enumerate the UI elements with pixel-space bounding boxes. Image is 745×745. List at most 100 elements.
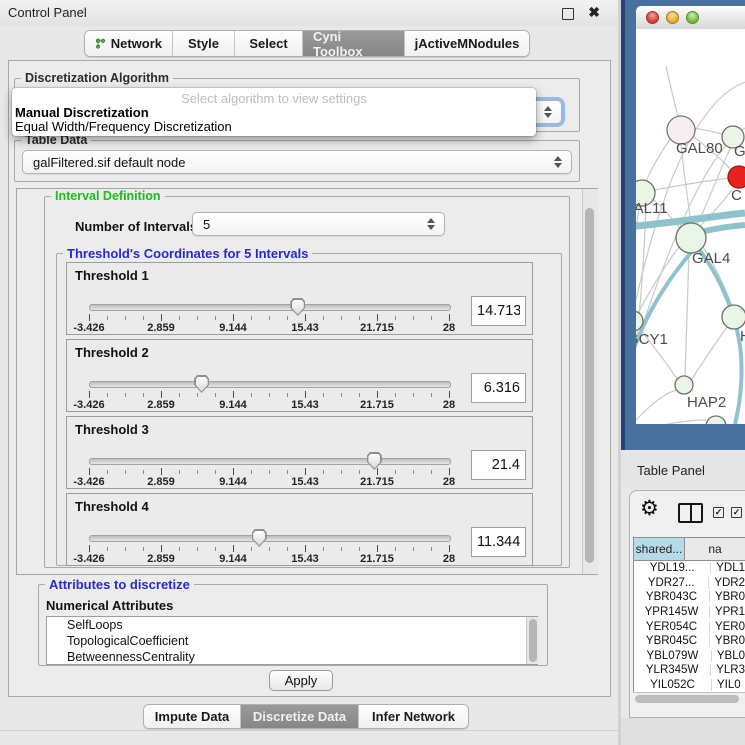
slider-tick	[107, 393, 108, 397]
table-horizontal-scrollbar[interactable]	[633, 692, 745, 705]
table-row[interactable]: YBR043CYBR0	[634, 590, 745, 605]
slider-scale-labels: -3.4262.8599.14415.4321.71528	[67, 322, 532, 334]
slider-tick	[251, 470, 252, 474]
tab-select[interactable]: Select	[235, 31, 303, 56]
algorithm-dropdown-popup: Select algorithm to view settings Manual…	[12, 88, 536, 136]
dropdown-option-equal-width[interactable]: Equal Width/Frequency Discretization	[15, 119, 232, 134]
slider-tick	[287, 547, 288, 551]
slider-tick	[143, 547, 144, 551]
network-canvas[interactable]: GAL80GACGAL11GAL4GCY1HHAP2	[636, 29, 745, 424]
threshold-slider[interactable]	[89, 304, 451, 311]
zoom-traffic-light[interactable]	[686, 11, 699, 24]
slider-tick	[359, 470, 360, 474]
slider-tick	[323, 547, 324, 551]
threshold-value-field[interactable]	[471, 450, 526, 480]
slider-tick	[125, 316, 126, 320]
algorithm-prompt: Select algorithm to view settings	[12, 91, 536, 106]
table-data-combobox[interactable]: galFiltered.sif default node	[22, 150, 572, 174]
threshold-slider[interactable]	[89, 458, 451, 465]
column-header-shared[interactable]: shared...	[634, 538, 685, 560]
slider-tick	[341, 547, 342, 551]
slider-tick	[377, 391, 378, 398]
slider-tick	[233, 314, 234, 321]
scrollbar-thumb[interactable]	[529, 619, 537, 662]
tab-impute-data[interactable]: Impute Data	[144, 705, 241, 728]
table-row[interactable]: YBR045CYBR0	[634, 634, 745, 649]
slider-tick	[413, 393, 414, 397]
threshold-slider[interactable]	[89, 381, 451, 388]
slider-tick	[179, 316, 180, 320]
attributes-list-scrollbar[interactable]	[526, 617, 539, 664]
table-row[interactable]: YBL079WYBL0	[634, 649, 745, 664]
split-columns-icon[interactable]	[678, 503, 703, 523]
slider-scale-label: 21.715	[360, 322, 394, 334]
column-header-name[interactable]: na	[685, 538, 745, 560]
slider-scale-label: 21.715	[360, 399, 394, 411]
scrollbar-thumb[interactable]	[635, 695, 739, 703]
slider-scale-label: 28	[443, 322, 455, 334]
table-row[interactable]: YIL052CYIL0	[634, 678, 745, 693]
threshold-value-field[interactable]	[471, 296, 526, 326]
network-node-label: HAP2	[687, 394, 726, 411]
list-item[interactable]: BetweennessCentrality	[47, 649, 537, 665]
float-window-icon[interactable]	[562, 8, 574, 20]
network-window-titlebar[interactable]	[636, 6, 745, 30]
slider-tick	[197, 547, 198, 551]
tab-discretize-data[interactable]: Discretize Data	[241, 705, 359, 728]
slider-tick	[197, 393, 198, 397]
network-node[interactable]	[676, 223, 706, 253]
slider-scale-label: 21.715	[360, 553, 394, 565]
slider-tick	[179, 470, 180, 474]
settings-vertical-scrollbar[interactable]	[582, 189, 598, 574]
slider-tick	[395, 547, 396, 551]
slider-tick	[89, 314, 90, 321]
interval-definition-title: Interval Definition	[51, 189, 165, 203]
checkbox-icon[interactable]: ✓	[713, 507, 724, 518]
slider-tick	[341, 316, 342, 320]
threshold-slider[interactable]	[89, 535, 451, 542]
slider-scale-label: -3.426	[73, 553, 104, 565]
table-row[interactable]: YLR345WYLR3	[634, 663, 745, 678]
tab-jactivemnodules[interactable]: jActiveMNodules	[405, 31, 529, 56]
network-node[interactable]	[675, 376, 693, 394]
slider-tick	[215, 393, 216, 397]
scrollbar-thumb[interactable]	[585, 208, 594, 563]
threshold-value-field[interactable]	[471, 373, 526, 403]
combo-arrows-icon	[544, 106, 552, 118]
table-row[interactable]: YER054CYER0	[634, 619, 745, 634]
slider-tick	[161, 545, 162, 552]
network-node[interactable]	[706, 416, 726, 424]
table-header-row: shared... na	[634, 538, 745, 561]
network-node[interactable]	[728, 166, 745, 188]
list-item[interactable]: TopologicalCoefficient	[47, 633, 537, 649]
close-traffic-light[interactable]	[646, 11, 659, 24]
table-row[interactable]: YDR27...YDR2	[634, 576, 745, 591]
slider-tick	[431, 316, 432, 320]
dropdown-option-manual[interactable]: Manual Discretization	[15, 105, 149, 120]
slider-tick	[233, 391, 234, 398]
checkbox-icon[interactable]: ✓	[731, 507, 742, 518]
tab-style[interactable]: Style	[173, 31, 235, 56]
slider-tick	[413, 316, 414, 320]
tab-network[interactable]: Network	[85, 31, 173, 56]
bottom-divider	[0, 730, 618, 731]
network-node[interactable]	[722, 305, 745, 329]
tab-cyni-toolbox[interactable]: Cyni Toolbox	[303, 31, 405, 56]
slider-tick	[305, 314, 306, 321]
minimize-traffic-light[interactable]	[666, 11, 679, 24]
tab-infer-network[interactable]: Infer Network	[359, 705, 468, 728]
list-item[interactable]: SelfLoops	[47, 617, 537, 633]
table-row[interactable]: YPR145WYPR1	[634, 605, 745, 620]
table-row[interactable]: YDL19...YDL1	[634, 561, 745, 576]
attributes-list: SelfLoops TopologicalCoefficient Between…	[46, 616, 538, 665]
num-intervals-value: 5	[203, 217, 210, 232]
slider-tick	[197, 470, 198, 474]
apply-button[interactable]: Apply	[269, 670, 333, 691]
num-intervals-combobox[interactable]: 5	[192, 212, 445, 236]
slider-scale-label: 15.43	[291, 322, 319, 334]
gear-icon[interactable]: ⚙	[640, 498, 659, 519]
threshold-value-field[interactable]	[471, 527, 526, 557]
slider-tick	[395, 470, 396, 474]
close-icon[interactable]: ✖	[588, 4, 600, 21]
threshold-label: Threshold 2	[75, 345, 149, 360]
